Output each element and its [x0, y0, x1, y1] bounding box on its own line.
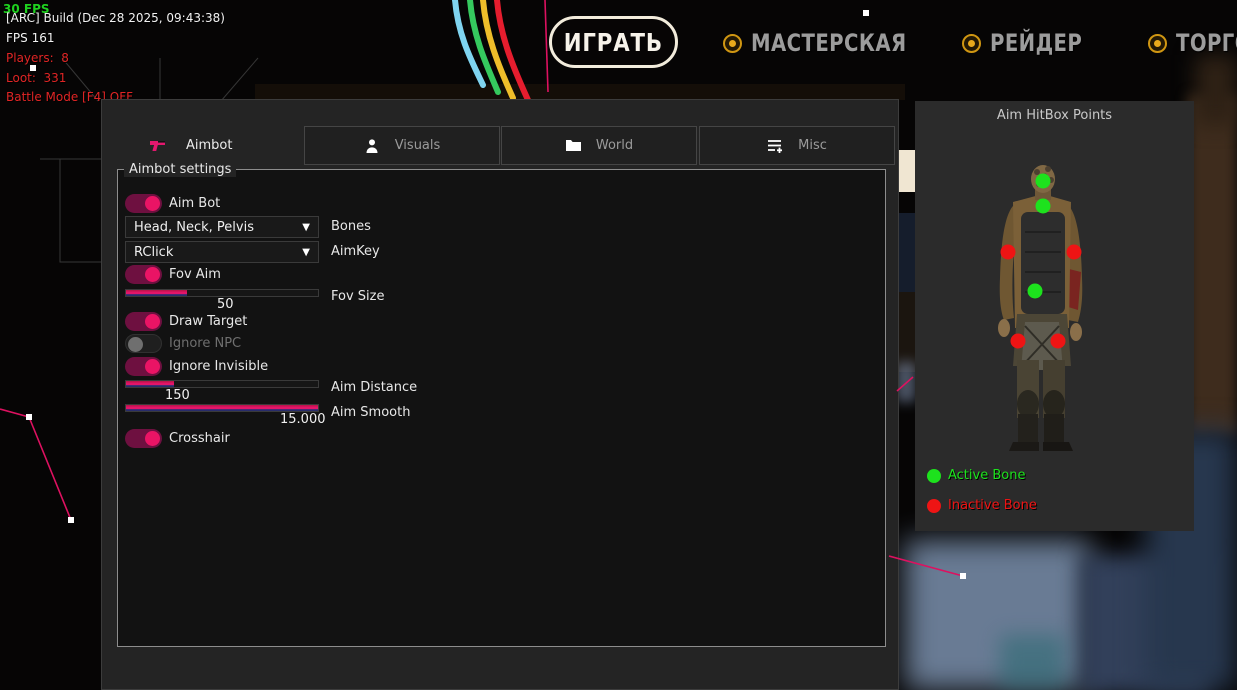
toggle-knob — [145, 314, 160, 329]
coin-icon — [723, 34, 742, 53]
group-title: Aimbot settings — [124, 162, 236, 177]
cheat-window: Aimbot Visuals World Misc Aimbot setting… — [101, 99, 899, 690]
game-screen: 30 FPS [ARC] Build (Dec 28 2025, 09:43:3… — [0, 0, 1237, 690]
fov-size-slider[interactable] — [125, 289, 319, 297]
tab-label: Misc — [798, 138, 827, 153]
slider-fill — [126, 381, 174, 387]
active-bone-label: Active Bone — [948, 468, 1025, 483]
crosshair-toggle[interactable] — [125, 429, 162, 448]
aimkey-dropdown-value: RClick — [134, 245, 173, 260]
coin-icon — [1148, 34, 1167, 53]
game-background-bottom-strip — [255, 84, 905, 100]
game-background-blob — [896, 362, 916, 402]
game-background-rock — [1188, 95, 1237, 435]
ignore-invisible-label: Ignore Invisible — [169, 359, 268, 374]
aim-smooth-slider[interactable] — [125, 404, 319, 412]
hitbox-panel: Aim HitBox Points — [915, 101, 1194, 531]
ignore-npc-label: Ignore NPC — [169, 336, 241, 351]
menu-item-raider[interactable]: РЕЙДЕР — [962, 28, 1102, 58]
sliders-icon — [767, 137, 784, 154]
aim-distance-slider[interactable] — [125, 380, 319, 388]
chevron-down-icon: ▼ — [302, 247, 310, 258]
tab-world[interactable]: World — [501, 126, 697, 165]
toggle-knob — [145, 267, 160, 282]
fov-aim-label: Fov Aim — [169, 267, 221, 282]
person-icon — [364, 137, 381, 154]
menu-item-label: РЕЙДЕР — [990, 29, 1082, 57]
game-background-rock — [1195, 55, 1237, 125]
tab-misc[interactable]: Misc — [699, 126, 895, 165]
toggle-knob — [145, 196, 160, 211]
aim-smooth-label: Aim Smooth — [331, 405, 410, 420]
aimkey-label: AimKey — [331, 244, 380, 259]
active-bone-dot — [927, 469, 941, 483]
bones-dropdown-value: Head, Neck, Pelvis — [134, 220, 254, 235]
legend-active-bone: Active Bone — [927, 468, 1025, 483]
menu-item-workshop[interactable]: МАСТЕРСКАЯ — [723, 28, 941, 58]
menu-item-trade[interactable]: ТОРГО — [1148, 28, 1237, 58]
aim-smooth-value: 15.000 — [280, 412, 326, 427]
draw-target-label: Draw Target — [169, 314, 247, 329]
tab-label: Aimbot — [186, 138, 232, 153]
game-background-teal — [1000, 635, 1065, 690]
build-info: [ARC] Build (Dec 28 2025, 09:43:38) — [6, 11, 225, 25]
toggle-knob — [128, 337, 143, 352]
game-background-window-frame — [899, 292, 915, 372]
fov-size-label: Fov Size — [331, 289, 384, 304]
ignore-invisible-toggle[interactable] — [125, 357, 162, 376]
fps-readout: FPS 161 — [6, 31, 54, 45]
pistol-icon — [149, 137, 166, 154]
fov-size-value: 50 — [217, 297, 234, 312]
player-model — [975, 160, 1105, 452]
aim-distance-value: 150 — [165, 388, 190, 403]
game-background-window-frame — [899, 213, 915, 292]
aim-bot-toggle[interactable] — [125, 194, 162, 213]
toggle-knob — [145, 431, 160, 446]
menu-item-label: МАСТЕРСКАЯ — [751, 29, 907, 57]
coin-icon — [962, 34, 981, 53]
folder-icon — [565, 137, 582, 154]
legend-inactive-bone: Inactive Bone — [927, 498, 1037, 513]
bones-label: Bones — [331, 219, 371, 234]
toggle-knob — [145, 359, 160, 374]
ignore-npc-toggle[interactable] — [125, 334, 162, 353]
loot-count: Loot: 331 — [6, 71, 66, 85]
tab-label: World — [596, 138, 633, 153]
players-count: Players: 8 — [6, 51, 69, 65]
tab-label: Visuals — [395, 138, 441, 153]
fov-aim-toggle[interactable] — [125, 265, 162, 284]
play-button-label: ИГРАТЬ — [564, 28, 663, 57]
chevron-down-icon: ▼ — [302, 222, 310, 233]
inactive-bone-dot — [927, 499, 941, 513]
play-button[interactable]: ИГРАТЬ — [549, 16, 678, 68]
draw-target-toggle[interactable] — [125, 312, 162, 331]
slider-fill — [126, 290, 187, 296]
hitbox-panel-title: Aim HitBox Points — [915, 108, 1194, 123]
tab-visuals[interactable]: Visuals — [304, 126, 500, 165]
crosshair-label: Crosshair — [169, 431, 230, 446]
inactive-bone-label: Inactive Bone — [948, 498, 1037, 513]
bones-dropdown[interactable]: Head, Neck, Pelvis ▼ — [125, 216, 319, 238]
tab-aimbot[interactable]: Aimbot — [122, 126, 302, 165]
game-background-window-frame — [899, 150, 915, 192]
slider-fill — [126, 405, 318, 411]
aimkey-dropdown[interactable]: RClick ▼ — [125, 241, 319, 263]
menu-item-label: ТОРГО — [1176, 29, 1237, 57]
aim-bot-label: Aim Bot — [169, 196, 220, 211]
aim-distance-label: Aim Distance — [331, 380, 417, 395]
